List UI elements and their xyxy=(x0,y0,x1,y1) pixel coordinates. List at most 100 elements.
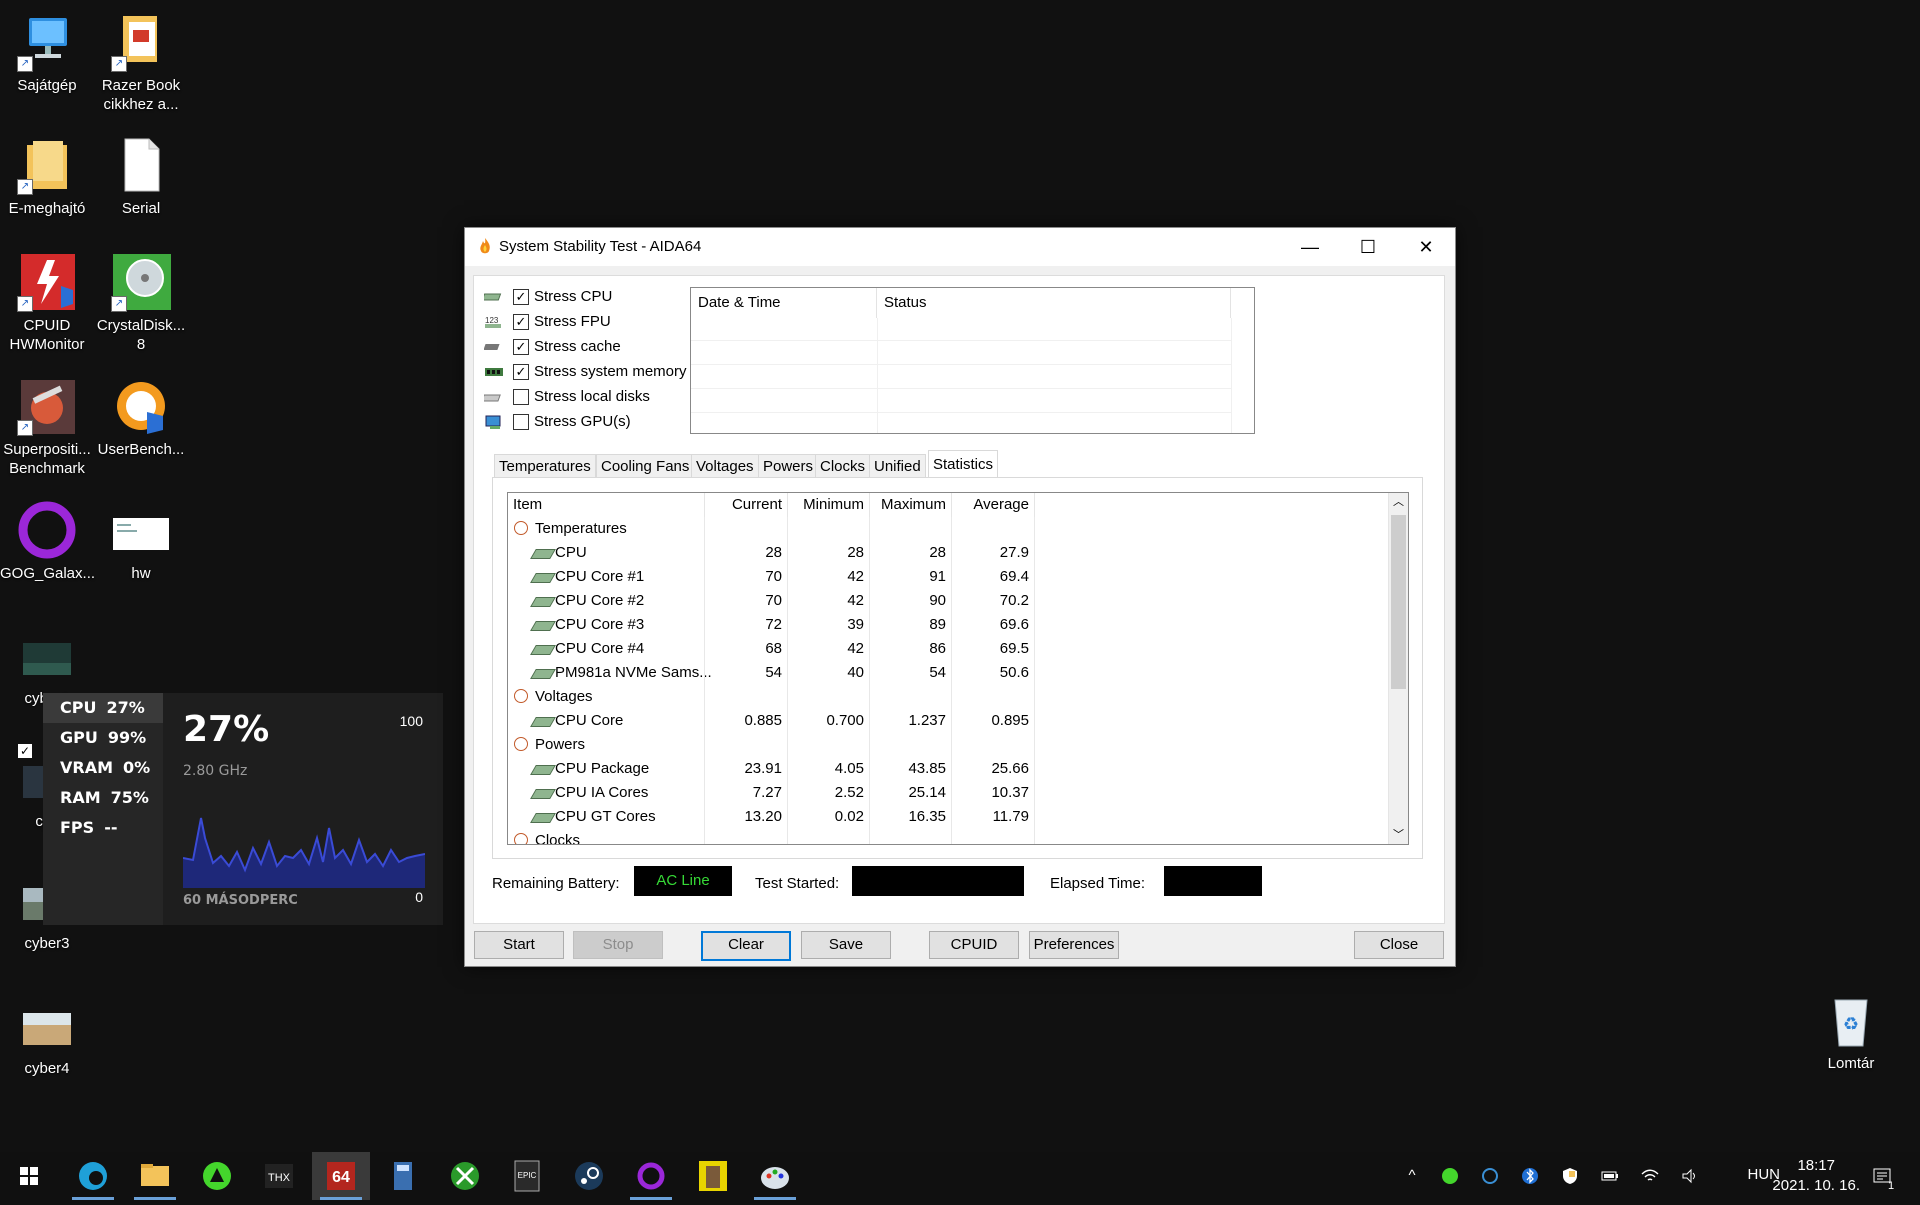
cpuid-button[interactable]: CPUID xyxy=(929,931,1019,959)
metric-row-cpu[interactable]: CPU 27% xyxy=(43,693,163,723)
taskbar-epic-games[interactable]: EPIC xyxy=(498,1152,556,1200)
desktop-icon-razer-book[interactable]: ↗ Razer Book cikkhez a... xyxy=(94,12,188,114)
xbox-icon xyxy=(451,1162,479,1190)
stress-cache-checkbox[interactable]: ✓ xyxy=(513,339,529,355)
statistics-row[interactable]: PM981a NVMe Sams... 54 40 54 50.6 xyxy=(508,661,1388,685)
maximize-button[interactable]: ☐ xyxy=(1339,228,1397,266)
statistics-row[interactable]: CPU Core #2 70 42 90 70.2 xyxy=(508,589,1388,613)
average-cell xyxy=(952,733,1035,757)
item-cell-divider xyxy=(508,541,705,565)
security-shield-icon[interactable] xyxy=(1560,1166,1580,1186)
stress-memory-checkbox[interactable]: ✓ xyxy=(513,364,529,380)
window-titlebar[interactable]: System Stability Test - AIDA64 — ☐ ✕ xyxy=(465,228,1455,266)
minimize-button[interactable]: — xyxy=(1281,228,1339,266)
desktop-icon-userbench[interactable]: UserBench... xyxy=(94,376,188,459)
desktop-icon-hwmonitor[interactable]: ↗ CPUID HWMonitor xyxy=(0,252,94,354)
taskbar-razer-cortex[interactable] xyxy=(188,1152,246,1200)
taskbar: THX 64 EPIC ^ HUN 18:17 2021. 10. 16. 1 xyxy=(0,1152,1920,1200)
window-title: System Stability Test - AIDA64 xyxy=(499,238,702,255)
start-button[interactable]: Start xyxy=(474,931,564,959)
desktop-icon-crystaldisk[interactable]: ↗ CrystalDisk... 8 xyxy=(94,252,188,354)
wifi-icon[interactable] xyxy=(1640,1166,1660,1186)
statistics-row[interactable]: CPU 28 28 28 27.9 xyxy=(508,541,1388,565)
taskbar-paint[interactable] xyxy=(746,1152,804,1200)
statistics-row[interactable]: CPU Core #3 72 39 89 69.6 xyxy=(508,613,1388,637)
taskbar-gog-galaxy[interactable] xyxy=(622,1152,680,1200)
taskbar-steam[interactable] xyxy=(560,1152,618,1200)
scrollbar-thumb[interactable] xyxy=(1391,515,1406,689)
statistics-section-row[interactable]: Voltages xyxy=(508,685,1388,709)
statistics-row[interactable]: CPU Package 23.91 4.05 43.85 25.66 xyxy=(508,757,1388,781)
desktop-icon-this-pc[interactable]: ↗ Sajátgép xyxy=(0,12,94,95)
desktop-icon-hw[interactable]: hw xyxy=(94,500,188,583)
taskbar-xbox[interactable] xyxy=(436,1152,494,1200)
razer-tray-icon[interactable] xyxy=(1440,1166,1460,1186)
stress-local-disks-checkbox[interactable] xyxy=(513,389,529,405)
column-header-item[interactable]: Item xyxy=(508,493,705,517)
scroll-up-arrow[interactable]: ︿ xyxy=(1389,493,1408,511)
taskbar-edge[interactable] xyxy=(64,1152,122,1200)
metric-row-gpu[interactable]: GPU 99% xyxy=(43,723,163,753)
desktop-icon-label: Serial xyxy=(121,200,161,217)
statistics-section-row[interactable]: Powers xyxy=(508,733,1388,757)
metric-row-vram[interactable]: VRAM 0% xyxy=(43,753,163,783)
preferences-button[interactable]: Preferences xyxy=(1029,931,1119,959)
stop-button[interactable]: Stop xyxy=(573,931,663,959)
save-button[interactable]: Save xyxy=(801,931,891,959)
item-cell-divider xyxy=(508,637,705,661)
statistics-row[interactable]: CPU Core #1 70 42 91 69.4 xyxy=(508,565,1388,589)
close-button[interactable]: Close xyxy=(1354,931,1444,959)
crystaldisk-icon: ↗ xyxy=(111,252,171,312)
taskbar-aida64[interactable]: 64 xyxy=(312,1152,370,1200)
desktop-icon-cyber4[interactable]: cyber4 xyxy=(0,995,94,1078)
statistics-row[interactable]: CPU GT Cores 13.20 0.02 16.35 11.79 xyxy=(508,805,1388,829)
main-area: ✓ Stress CPU 123 ✓ Stress FPU ✓ Stress c… xyxy=(473,275,1445,924)
event-log-list[interactable]: Date & Time Status xyxy=(690,287,1255,434)
statistics-section-row[interactable]: Temperatures xyxy=(508,517,1388,541)
clear-button[interactable]: Clear xyxy=(701,931,791,961)
taskbar-file-explorer[interactable] xyxy=(126,1152,184,1200)
stress-cpu-checkbox[interactable]: ✓ xyxy=(513,289,529,305)
tab-statistics[interactable]: Statistics xyxy=(928,450,999,480)
taskbar-calculator[interactable] xyxy=(374,1152,432,1200)
battery-icon[interactable] xyxy=(1600,1166,1620,1186)
taskbar-thx[interactable]: THX xyxy=(250,1152,308,1200)
desktop-icon-recycle-bin[interactable]: ♻ Lomtár xyxy=(1804,990,1898,1073)
selection-checkbox[interactable]: ✓ xyxy=(18,744,32,758)
bluetooth-icon[interactable] xyxy=(1520,1166,1540,1186)
desktop-icon-e-drive[interactable]: ↗ E-meghajtó xyxy=(0,135,94,218)
statistics-row[interactable]: CPU IA Cores 7.27 2.52 25.14 10.37 xyxy=(508,781,1388,805)
volume-icon[interactable] xyxy=(1680,1166,1700,1186)
show-hidden-icons-chevron-icon[interactable]: ^ xyxy=(1402,1166,1422,1186)
stress-fpu-checkbox[interactable]: ✓ xyxy=(513,314,529,330)
statistics-section-row[interactable]: Clocks xyxy=(508,829,1388,844)
sync-tray-icon[interactable] xyxy=(1480,1166,1500,1186)
desktop-icon-serial[interactable]: Serial xyxy=(94,135,188,218)
scroll-down-arrow[interactable]: ﹀ xyxy=(1389,826,1408,844)
cache-chip-icon xyxy=(484,344,500,350)
statistics-row[interactable]: CPU Core #4 68 42 86 69.5 xyxy=(508,637,1388,661)
close-window-button[interactable]: ✕ xyxy=(1397,228,1455,266)
metric-row-ram[interactable]: RAM 75% xyxy=(43,783,163,813)
log-header-date[interactable]: Date & Time xyxy=(691,288,877,318)
desktop-icon-gog-galaxy[interactable]: GOG_Galax... xyxy=(0,500,95,583)
column-header-average[interactable]: Average xyxy=(952,493,1035,517)
stress-gpu-checkbox[interactable] xyxy=(513,414,529,430)
taskbar-cyberpunk[interactable] xyxy=(684,1152,742,1200)
svg-text:THX: THX xyxy=(268,1172,291,1184)
column-header-maximum[interactable]: Maximum xyxy=(870,493,952,517)
metric-row-fps[interactable]: FPS -- xyxy=(43,813,163,843)
maximum-cell: 1.237 xyxy=(870,709,952,733)
statistics-table[interactable]: Item Current Minimum Maximum Average Tem… xyxy=(507,492,1409,845)
column-header-minimum[interactable]: Minimum xyxy=(788,493,870,517)
statistics-row[interactable]: CPU Core 0.885 0.700 1.237 0.895 xyxy=(508,709,1388,733)
desktop-icon-superposition[interactable]: ↗ Superpositi... Benchmark xyxy=(0,376,94,478)
maximum-cell: 54 xyxy=(870,661,952,685)
average-cell: 69.6 xyxy=(952,613,1035,637)
svg-text:EPIC: EPIC xyxy=(518,1171,537,1180)
vertical-scrollbar[interactable]: ︿ ﹀ xyxy=(1388,493,1408,844)
clock[interactable]: 18:17 2021. 10. 16. xyxy=(1772,1156,1860,1196)
start-button[interactable] xyxy=(0,1152,58,1200)
column-header-current[interactable]: Current xyxy=(705,493,788,517)
log-header-status[interactable]: Status xyxy=(877,288,1231,318)
